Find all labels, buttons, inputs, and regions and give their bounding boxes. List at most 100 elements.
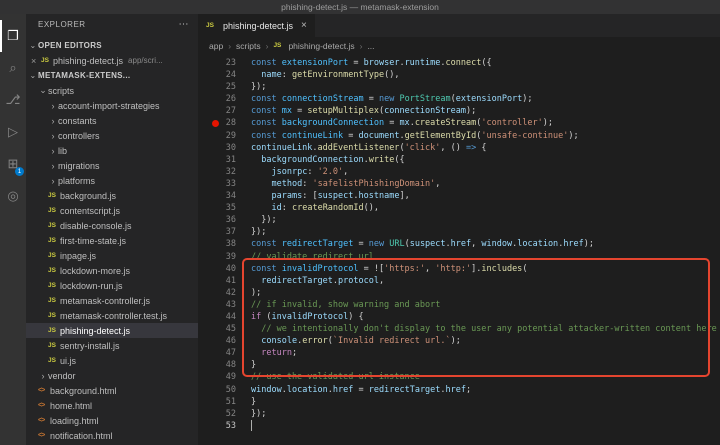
breakpoint-icon[interactable]	[212, 120, 219, 127]
code-line[interactable]: 28const backgroundConnection = mx.create…	[198, 117, 720, 129]
line-number[interactable]: 29	[198, 130, 236, 142]
line-number[interactable]: 37	[198, 226, 236, 238]
close-icon[interactable]: ×	[31, 56, 41, 66]
breadcrumb-item[interactable]: app	[209, 41, 223, 51]
code-line[interactable]: 33 method: 'safelistPhishingDomain',	[198, 178, 720, 190]
line-number[interactable]: 23	[198, 57, 236, 69]
line-number[interactable]: 53	[198, 420, 236, 432]
line-number[interactable]: 49	[198, 371, 236, 383]
folder-platforms[interactable]: ›platforms	[26, 173, 198, 188]
close-icon[interactable]: ×	[301, 20, 307, 31]
tab-phishing-detect[interactable]: JS phishing-detect.js ×	[198, 14, 315, 37]
breadcrumb-item[interactable]: ...	[367, 41, 374, 51]
file-loading-html[interactable]: <>loading.html	[26, 413, 198, 428]
file-background-js[interactable]: JSbackground.js	[26, 188, 198, 203]
code-line[interactable]: 25});	[198, 81, 720, 93]
line-number[interactable]: 30	[198, 142, 236, 154]
file-ui-js[interactable]: JSui.js	[26, 353, 198, 368]
file-contentscript-js[interactable]: JScontentscript.js	[26, 203, 198, 218]
line-number[interactable]: 43	[198, 299, 236, 311]
source-control-icon[interactable]: ⎇	[0, 84, 26, 116]
line-number[interactable]: 40	[198, 263, 236, 275]
file-background-html[interactable]: <>background.html	[26, 383, 198, 398]
code-line[interactable]: 26const connectionStream = new PortStrea…	[198, 93, 720, 105]
folder-migrations[interactable]: ›migrations	[26, 158, 198, 173]
line-number[interactable]: 33	[198, 178, 236, 190]
open-editors-header[interactable]: ⌄ OPEN EDITORS	[26, 38, 198, 53]
folder-controllers[interactable]: ›controllers	[26, 128, 198, 143]
line-number[interactable]: 34	[198, 190, 236, 202]
code-line[interactable]: 45 // we intentionally don't display to …	[198, 323, 720, 335]
file-sentry-install-js[interactable]: JSsentry-install.js	[26, 338, 198, 353]
line-number[interactable]: 52	[198, 408, 236, 420]
file-home-html[interactable]: <>home.html	[26, 398, 198, 413]
code-line[interactable]: 42);	[198, 287, 720, 299]
open-editor-item[interactable]: ×JSphishing-detect.jsapp/scri...	[26, 53, 198, 68]
workspace-root-header[interactable]: ⌄ METAMASK-EXTENS...	[26, 68, 198, 83]
file-phishing-detect-js[interactable]: JSphishing-detect.js	[26, 323, 198, 338]
code-line[interactable]: 23const extensionPort = browser.runtime.…	[198, 57, 720, 69]
file-lockdown-more-js[interactable]: JSlockdown-more.js	[26, 263, 198, 278]
code-line[interactable]: 49// use the validated url instance	[198, 371, 720, 383]
run-debug-icon[interactable]: ▷	[0, 116, 26, 148]
line-number[interactable]: 47	[198, 347, 236, 359]
code-line[interactable]: 47 return;	[198, 347, 720, 359]
line-number[interactable]: 41	[198, 275, 236, 287]
file-inpage-js[interactable]: JSinpage.js	[26, 248, 198, 263]
folder-account-import-strategies[interactable]: ›account-import-strategies	[26, 98, 198, 113]
line-number[interactable]: 50	[198, 384, 236, 396]
line-number[interactable]: 26	[198, 93, 236, 105]
code-line[interactable]: 36 });	[198, 214, 720, 226]
line-number[interactable]: 24	[198, 69, 236, 81]
code-line[interactable]: 27const mx = setupMultiplex(connectionSt…	[198, 105, 720, 117]
code-line[interactable]: 38const redirectTarget = new URL(suspect…	[198, 238, 720, 250]
code-line[interactable]: 43// if invalid, show warning and abort	[198, 299, 720, 311]
line-number[interactable]: 35	[198, 202, 236, 214]
code-line[interactable]: 41 redirectTarget.protocol,	[198, 275, 720, 287]
code-line[interactable]: 34 params: [suspect.hostname],	[198, 190, 720, 202]
more-actions-icon[interactable]: ⋯	[179, 19, 190, 30]
code-line[interactable]: 52});	[198, 408, 720, 420]
folder-scripts[interactable]: ⌄scripts	[26, 83, 198, 98]
line-number[interactable]: 32	[198, 166, 236, 178]
code-line[interactable]: 24 name: getEnvironmentType(),	[198, 69, 720, 81]
file-notification-html[interactable]: <>notification.html	[26, 428, 198, 443]
search-icon[interactable]: ⌕	[0, 52, 26, 84]
explorer-icon[interactable]: ❐	[0, 20, 26, 52]
line-number[interactable]: 45	[198, 323, 236, 335]
line-number[interactable]: 48	[198, 359, 236, 371]
code-line[interactable]: 37});	[198, 226, 720, 238]
code-line[interactable]: 40const invalidProtocol = !['https:', 'h…	[198, 263, 720, 275]
microphone-icon[interactable]: ◎	[0, 180, 26, 212]
line-number[interactable]: 31	[198, 154, 236, 166]
file-disable-console-js[interactable]: JSdisable-console.js	[26, 218, 198, 233]
line-number[interactable]: 36	[198, 214, 236, 226]
line-number[interactable]: 39	[198, 251, 236, 263]
line-number[interactable]: 28	[198, 117, 236, 129]
line-number[interactable]: 25	[198, 81, 236, 93]
breadcrumb-item[interactable]: JSphishing-detect.js	[273, 41, 354, 51]
extensions-icon[interactable]: ⊞1	[0, 148, 26, 180]
file-first-time-state-js[interactable]: JSfirst-time-state.js	[26, 233, 198, 248]
folder-constants[interactable]: ›constants	[26, 113, 198, 128]
file-lockdown-run-js[interactable]: JSlockdown-run.js	[26, 278, 198, 293]
line-number[interactable]: 42	[198, 287, 236, 299]
file-metamask-controller-test-js[interactable]: JSmetamask-controller.test.js	[26, 308, 198, 323]
line-number[interactable]: 38	[198, 238, 236, 250]
code-line[interactable]: 48}	[198, 359, 720, 371]
code-line[interactable]: 44if (invalidProtocol) {	[198, 311, 720, 323]
line-number[interactable]: 51	[198, 396, 236, 408]
line-number[interactable]: 46	[198, 335, 236, 347]
line-number[interactable]: 44	[198, 311, 236, 323]
breadcrumb-item[interactable]: scripts	[236, 41, 261, 51]
code-line[interactable]: 35 id: createRandomId(),	[198, 202, 720, 214]
code-line[interactable]: 31 backgroundConnection.write({	[198, 154, 720, 166]
code-line[interactable]: 32 jsonrpc: '2.0',	[198, 166, 720, 178]
folder-lib[interactable]: ›lib	[26, 143, 198, 158]
code-line[interactable]: 50window.location.href = redirectTarget.…	[198, 384, 720, 396]
code-line[interactable]: 39// validate redirect url	[198, 251, 720, 263]
code-line[interactable]: 29const continueLink = document.getEleme…	[198, 130, 720, 142]
code-line[interactable]: 30continueLink.addEventListener('click',…	[198, 142, 720, 154]
code-line[interactable]: 53	[198, 420, 720, 432]
folder-vendor[interactable]: ›vendor	[26, 368, 198, 383]
